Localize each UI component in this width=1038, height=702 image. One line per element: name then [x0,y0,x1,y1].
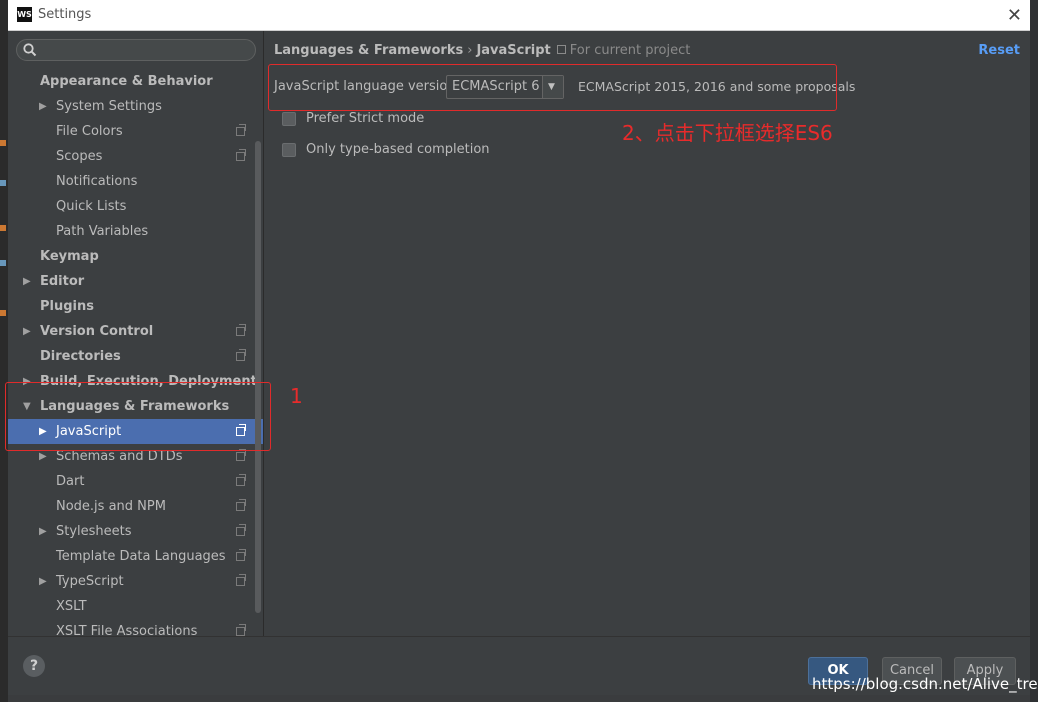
sidebar-item-label: Node.js and NPM [56,499,166,514]
sidebar-item-editor[interactable]: ▶ Editor [8,269,263,294]
sidebar-item-label: Stylesheets [56,524,132,539]
project-scope-icon [236,349,246,361]
project-scope-icon [236,574,246,586]
sidebar-item-template-data-languages[interactable]: Template Data Languages [8,544,263,569]
close-icon[interactable]: ✕ [1007,5,1022,26]
watermark-url: https://blog.csdn.net/Alive_tree [812,675,1038,693]
sidebar-item-version-control[interactable]: ▶ Version Control [8,319,263,344]
scope-text: For current project [569,43,691,58]
sidebar-item-plugins[interactable]: Plugins [8,294,263,319]
expand-arrow-right-icon[interactable]: ▶ [39,94,47,119]
sidebar-item-typescript[interactable]: ▶ TypeScript [8,569,263,594]
sidebar-item-label: Editor [40,274,85,289]
breadcrumb-separator: › [467,43,473,58]
sidebar-item-stylesheets[interactable]: ▶ Stylesheets [8,519,263,544]
scope-label: For current project [556,43,691,58]
reset-link[interactable]: Reset [978,43,1020,58]
sidebar-item-label: Directories [40,349,121,364]
expand-arrow-right-icon[interactable]: ▶ [23,319,31,344]
expand-arrow-right-icon[interactable]: ▶ [39,569,47,594]
window-title: Settings [38,7,92,22]
sidebar-item-xslt[interactable]: XSLT [8,594,263,619]
sidebar-item-quick-lists[interactable]: Quick Lists [8,194,263,219]
expand-arrow-right-icon[interactable]: ▶ [23,269,31,294]
sidebar-item-label: Dart [56,474,85,489]
annotation-step1: 1 [290,384,303,408]
project-scope-icon [236,149,246,161]
project-scope-icon [236,624,246,636]
project-scope-icon [236,324,246,336]
prefer-strict-label: Prefer Strict mode [306,111,425,126]
sidebar-item-system-settings[interactable]: ▶ System Settings [8,94,263,119]
background-marker [0,140,6,146]
project-scope-icon [556,45,566,54]
sidebar-item-label: System Settings [56,99,162,114]
annotation-step2: 2、点击下拉框选择ES6 [622,121,833,145]
sidebar-item-label: Keymap [40,249,99,264]
project-scope-icon [236,474,246,486]
sidebar-item-node-js-and-npm[interactable]: Node.js and NPM [8,494,263,519]
annotation-box-step2 [268,64,837,111]
prefer-strict-checkbox[interactable] [282,112,296,126]
sidebar-item-directories[interactable]: Directories [8,344,263,369]
sidebar-item-label: Notifications [56,174,138,189]
project-scope-icon [236,449,246,461]
sidebar-item-label: Plugins [40,299,94,314]
background-marker [0,225,6,231]
sidebar-item-label: Quick Lists [56,199,127,214]
sidebar-item-label: Template Data Languages [56,549,226,564]
sidebar-item-label: XSLT [56,599,87,614]
background-marker [0,260,6,266]
sidebar-item-file-colors[interactable]: File Colors [8,119,263,144]
sidebar-item-keymap[interactable]: Keymap [8,244,263,269]
sidebar-item-appearance-behavior[interactable]: Appearance & Behavior [8,69,263,94]
background-marker [0,310,6,316]
project-scope-icon [236,549,246,561]
help-button[interactable]: ? [23,655,45,677]
sidebar-item-label: TypeScript [56,574,124,589]
background-ide-right [1030,0,1038,702]
webstorm-logo-icon: WS [17,7,32,22]
sidebar-item-scopes[interactable]: Scopes [8,144,263,169]
search-input[interactable] [16,39,256,61]
sidebar-item-label: Path Variables [56,224,149,239]
title-bar: WS Settings ✕ [8,0,1030,31]
sidebar-item-path-variables[interactable]: Path Variables [8,219,263,244]
sidebar-item-dart[interactable]: Dart [8,469,263,494]
sidebar-scrollbar[interactable] [255,141,261,613]
project-scope-icon [236,124,246,136]
settings-sidebar: Appearance & Behavior ▶ System Settings Fil… [8,31,264,639]
search-icon [23,43,37,57]
background-ide-strip [0,0,8,702]
annotation-box-step1 [5,382,271,451]
type-based-label: Only type-based completion [306,142,490,157]
breadcrumb: Languages & Frameworks › JavaScript For cur… [274,43,690,58]
sidebar-item-notifications[interactable]: Notifications [8,169,263,194]
sidebar-item-label: Scopes [56,149,103,164]
project-scope-icon [236,524,246,536]
background-marker [0,180,6,186]
project-scope-icon [236,499,246,511]
breadcrumb-item: Languages & Frameworks [274,43,464,58]
type-based-checkbox[interactable] [282,143,296,157]
sidebar-item-label: File Colors [56,124,123,139]
sidebar-item-label: Appearance & Behavior [40,74,213,89]
sidebar-item-label: Version Control [40,324,154,339]
breadcrumb-item: JavaScript [476,43,551,58]
expand-arrow-right-icon[interactable]: ▶ [39,519,47,544]
